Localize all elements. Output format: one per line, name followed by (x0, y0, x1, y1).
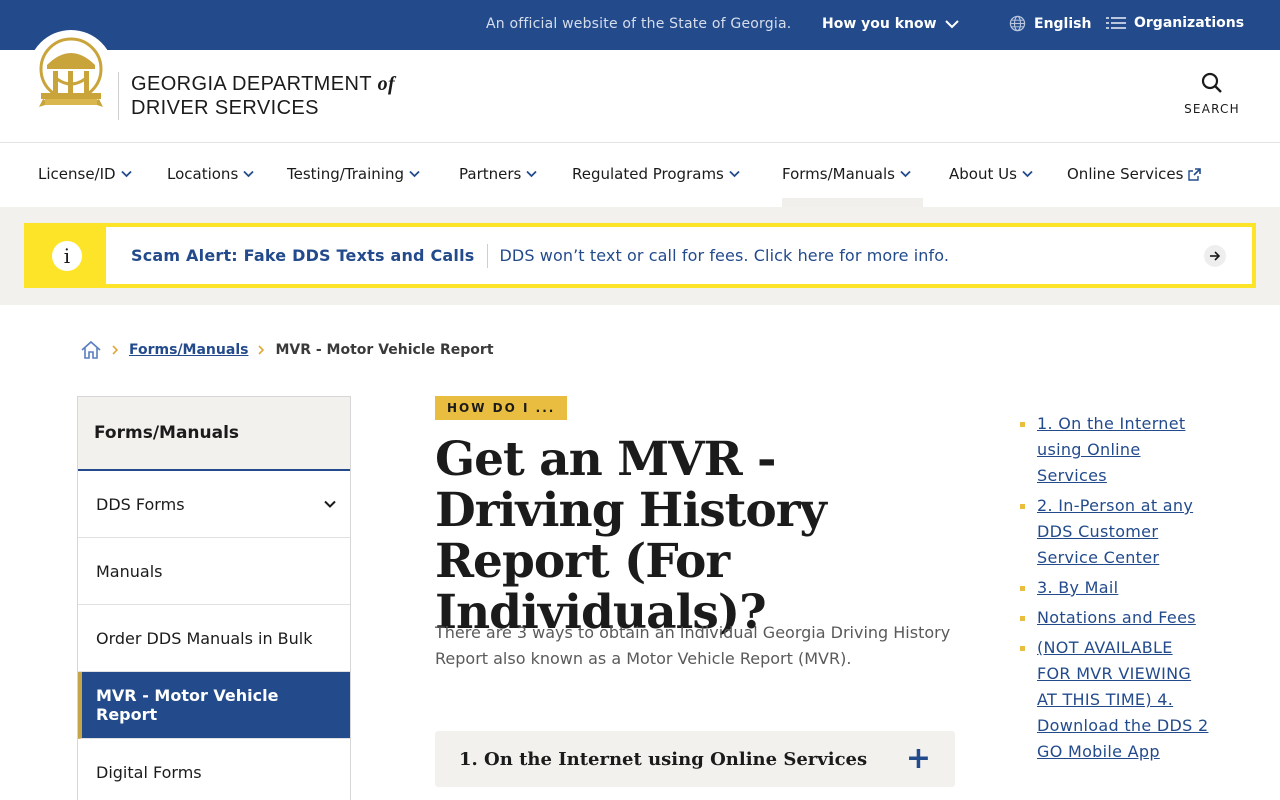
chevron-down-icon (729, 170, 740, 178)
nav-label: Locations (167, 165, 239, 183)
info-icon: i (52, 240, 82, 271)
scam-alert-banner[interactable]: i Scam Alert: Fake DDS Texts and Calls D… (24, 223, 1256, 288)
how-you-know-button[interactable]: How you know (822, 16, 959, 32)
chevron-right-icon (112, 345, 119, 355)
nav-locations[interactable]: Locations (167, 165, 254, 183)
toc-item: (NOT AVAILABLE FOR MVR VIEWING AT THIS T… (1020, 635, 1210, 765)
how-you-know-label: How you know (822, 16, 937, 32)
agency-name-line2: DRIVER SERVICES (131, 97, 319, 119)
sidenav-item-label: DDS Forms (96, 494, 185, 514)
alert-separator (486, 243, 488, 268)
brand-divider (118, 72, 119, 120)
search-button[interactable]: SEARCH (1176, 72, 1248, 116)
chevron-down-icon[interactable] (324, 500, 336, 508)
sidenav-item-label: MVR - Motor Vehicle Report (96, 686, 279, 724)
nav-regulated-programs[interactable]: Regulated Programs (572, 165, 740, 183)
toc-link-mobile-app[interactable]: (NOT AVAILABLE FOR MVR VIEWING AT THIS T… (1037, 638, 1208, 761)
alert-icon-box: i (28, 227, 106, 284)
page-title: Get an MVR - Driving History Report (For… (435, 432, 827, 640)
nav-partners[interactable]: Partners (459, 165, 537, 183)
sidenav-item-order-manuals-bulk[interactable]: Order DDS Manuals in Bulk (78, 605, 350, 672)
chevron-down-icon (944, 20, 959, 29)
sidenav-item-mvr[interactable]: MVR - Motor Vehicle Report (78, 672, 350, 739)
agency-name-of: of (377, 73, 396, 95)
agency-name-line1: GEORGIA DEPARTMENT (131, 73, 372, 95)
agency-name[interactable]: GEORGIA DEPARTMENT of DRIVER SERVICES (131, 72, 395, 120)
accordion-title: 1. On the Internet using Online Services (459, 748, 868, 770)
official-site-banner: An official website of the State of Geor… (0, 0, 1280, 50)
toc-link-by-mail[interactable]: 3. By Mail (1037, 578, 1118, 597)
sidenav-item-label: Order DDS Manuals in Bulk (96, 628, 313, 648)
home-icon[interactable] (80, 340, 102, 360)
search-label: SEARCH (1184, 102, 1240, 116)
nav-label: Forms/Manuals (782, 165, 895, 183)
toc-item: Notations and Fees (1020, 605, 1210, 631)
breadcrumb: Forms/Manuals MVR - Motor Vehicle Report (80, 340, 494, 360)
toc-item: 1. On the Internet using Online Services (1020, 411, 1210, 489)
chevron-down-icon (900, 170, 911, 178)
search-icon (1201, 72, 1222, 93)
georgia-seal-logo[interactable] (28, 30, 114, 116)
list-icon (1106, 17, 1126, 29)
globe-icon (1009, 15, 1026, 32)
accordion-online-services[interactable]: 1. On the Internet using Online Services… (435, 731, 955, 787)
nav-license-id[interactable]: License/ID (38, 165, 132, 183)
language-label: English (1034, 15, 1092, 32)
nav-testing-training[interactable]: Testing/Training (287, 165, 420, 183)
chevron-down-icon (1022, 170, 1033, 178)
organizations-link[interactable]: Organizations (1106, 15, 1244, 31)
official-site-text: An official website of the State of Geor… (486, 16, 792, 32)
section-sidenav: Forms/Manuals DDS Forms Manuals Order DD… (77, 396, 351, 800)
nav-forms-manuals[interactable]: Forms/Manuals (782, 165, 911, 183)
chevron-down-icon (243, 170, 254, 178)
external-link-icon (1188, 167, 1202, 181)
nav-active-indicator (782, 198, 923, 207)
nav-label: About Us (949, 165, 1017, 183)
nav-online-services[interactable]: Online Services (1067, 165, 1202, 183)
chevron-down-icon (409, 170, 420, 178)
sidenav-heading[interactable]: Forms/Manuals (78, 397, 350, 471)
on-page-navigation: 1. On the Internet using Online Services… (1020, 411, 1210, 769)
georgia-seal-icon (39, 37, 103, 107)
sidenav-item-digital-forms[interactable]: Digital Forms (78, 739, 350, 800)
intro-text: There are 3 ways to obtain an Individual… (435, 623, 951, 668)
how-do-i-badge: HOW DO I ... (435, 396, 568, 420)
breadcrumb-current: MVR - Motor Vehicle Report (275, 342, 494, 358)
plus-icon[interactable]: + (906, 744, 931, 774)
toc-link-online[interactable]: 1. On the Internet using Online Services (1037, 414, 1185, 485)
breadcrumb-forms-manuals[interactable]: Forms/Manuals (129, 342, 248, 358)
arrow-right-icon[interactable] (1204, 245, 1226, 267)
toc-item: 3. By Mail (1020, 575, 1210, 601)
organizations-label: Organizations (1134, 15, 1245, 31)
language-selector[interactable]: English (1009, 15, 1091, 32)
chevron-down-icon (526, 170, 537, 178)
sidenav-item-label: Digital Forms (96, 762, 202, 782)
alert-title: Scam Alert: Fake DDS Texts and Calls (131, 246, 475, 265)
alert-text: DDS won’t text or call for fees. Click h… (499, 246, 950, 265)
sidenav-item-manuals[interactable]: Manuals (78, 538, 350, 605)
toc-link-notations-fees[interactable]: Notations and Fees (1037, 608, 1196, 627)
sidenav-item-label: Manuals (96, 561, 163, 581)
chevron-right-icon (258, 345, 265, 355)
toc-link-in-person[interactable]: 2. In-Person at any DDS Customer Service… (1037, 496, 1193, 567)
site-header: GEORGIA DEPARTMENT of DRIVER SERVICES SE… (0, 30, 1280, 143)
nav-about-us[interactable]: About Us (949, 165, 1033, 183)
alert-band: i Scam Alert: Fake DDS Texts and Calls D… (0, 207, 1280, 305)
toc-item: 2. In-Person at any DDS Customer Service… (1020, 493, 1210, 571)
nav-label: Online Services (1067, 165, 1184, 183)
nav-label: Testing/Training (287, 165, 404, 183)
sidenav-item-dds-forms[interactable]: DDS Forms (78, 471, 350, 538)
chevron-down-icon (120, 170, 132, 178)
main-navigation: License/ID Locations Testing/Training Pa… (0, 143, 1280, 207)
nav-label: Partners (459, 165, 522, 183)
nav-label: License/ID (38, 165, 116, 183)
nav-label: Regulated Programs (572, 165, 724, 183)
